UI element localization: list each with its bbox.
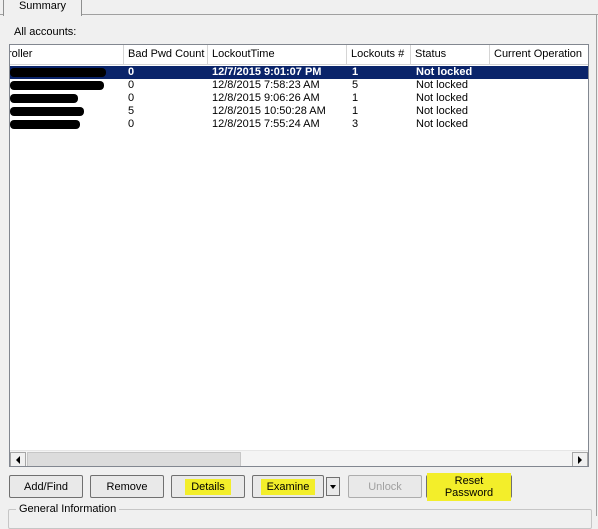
- tab-strip: Summary: [0, 0, 598, 16]
- panel-border: [596, 15, 597, 516]
- cell-lockout-time: 12/8/2015 7:58:23 AM: [212, 79, 320, 91]
- details-label: Details: [185, 478, 231, 495]
- column-header-status[interactable]: Status: [411, 45, 490, 65]
- cell-status: Not locked: [416, 105, 468, 117]
- cell-lockout-time: 12/8/2015 10:50:28 AM: [212, 105, 326, 117]
- arrow-left-icon: [16, 455, 20, 464]
- redacted-name: [10, 120, 80, 129]
- scroll-right-button[interactable]: [572, 452, 588, 466]
- add-find-button[interactable]: Add/Find: [9, 475, 83, 498]
- cell-bad-pwd-count: 5: [128, 105, 135, 117]
- examine-dropdown-button[interactable]: [326, 477, 340, 496]
- reset-password-button[interactable]: Reset Password: [426, 472, 512, 501]
- cell-lockouts: 1: [352, 66, 359, 78]
- accounts-caption: All accounts:: [14, 26, 77, 38]
- list-header: roller Bad Pwd Count LockoutTime Lockout…: [10, 45, 588, 65]
- chevron-down-icon: [330, 484, 336, 489]
- cell-lockouts: 5: [352, 79, 359, 91]
- remove-label: Remove: [106, 480, 148, 493]
- cell-lockouts: 1: [352, 92, 359, 104]
- column-header-lockout-time[interactable]: LockoutTime: [208, 45, 347, 65]
- cell-bad-pwd-count: 0: [128, 79, 135, 91]
- redacted-name: [10, 81, 104, 90]
- cell-status: Not locked: [416, 118, 468, 130]
- cell-lockout-time: 12/8/2015 7:55:24 AM: [212, 118, 320, 130]
- redacted-name: [10, 94, 78, 103]
- examine-button[interactable]: Examine: [252, 475, 324, 498]
- column-header-controller[interactable]: roller: [10, 45, 124, 65]
- scroll-left-button[interactable]: [10, 452, 26, 466]
- horizontal-scrollbar[interactable]: [10, 450, 588, 466]
- table-row[interactable]: 0 12/8/2015 7:58:23 AM 5 Not locked: [10, 79, 588, 92]
- general-information-label: General Information: [16, 503, 120, 515]
- accounts-list[interactable]: roller Bad Pwd Count LockoutTime Lockout…: [9, 44, 589, 467]
- cell-bad-pwd-count: 0: [128, 66, 135, 78]
- cell-lockout-time: 12/8/2015 9:06:26 AM: [212, 92, 320, 104]
- examine-label: Examine: [260, 478, 316, 495]
- table-row[interactable]: 0 12/7/2015 9:01:07 PM 1 Not locked: [10, 66, 588, 79]
- table-row[interactable]: 0 12/8/2015 7:55:24 AM 3 Not locked: [10, 118, 588, 131]
- remove-button[interactable]: Remove: [90, 475, 164, 498]
- cell-status: Not locked: [416, 66, 473, 78]
- cell-status: Not locked: [416, 92, 468, 104]
- column-header-bad-pwd-count[interactable]: Bad Pwd Count: [124, 45, 208, 65]
- cell-bad-pwd-count: 0: [128, 118, 135, 130]
- cell-lockout-time: 12/7/2015 9:01:07 PM: [212, 66, 322, 78]
- tab-summary[interactable]: Summary: [3, 0, 82, 16]
- scroll-thumb[interactable]: [27, 452, 241, 466]
- redacted-name: [10, 107, 84, 116]
- cell-lockouts: 3: [352, 118, 359, 130]
- arrow-right-icon: [578, 455, 582, 464]
- unlock-button[interactable]: Unlock: [348, 475, 422, 498]
- table-row[interactable]: 0 12/8/2015 9:06:26 AM 1 Not locked: [10, 92, 588, 105]
- column-header-current-operation[interactable]: Current Operation: [490, 45, 588, 65]
- add-find-label: Add/Find: [23, 480, 69, 493]
- redacted-name: [10, 68, 106, 77]
- cell-lockouts: 1: [352, 105, 359, 117]
- cell-bad-pwd-count: 0: [128, 92, 135, 104]
- reset-password-label: Reset Password: [427, 472, 511, 501]
- column-header-lockouts[interactable]: Lockouts #: [347, 45, 411, 65]
- details-button[interactable]: Details: [171, 475, 245, 498]
- unlock-label: Unlock: [368, 480, 402, 493]
- table-row[interactable]: 5 12/8/2015 10:50:28 AM 1 Not locked: [10, 105, 588, 118]
- cell-status: Not locked: [416, 79, 468, 91]
